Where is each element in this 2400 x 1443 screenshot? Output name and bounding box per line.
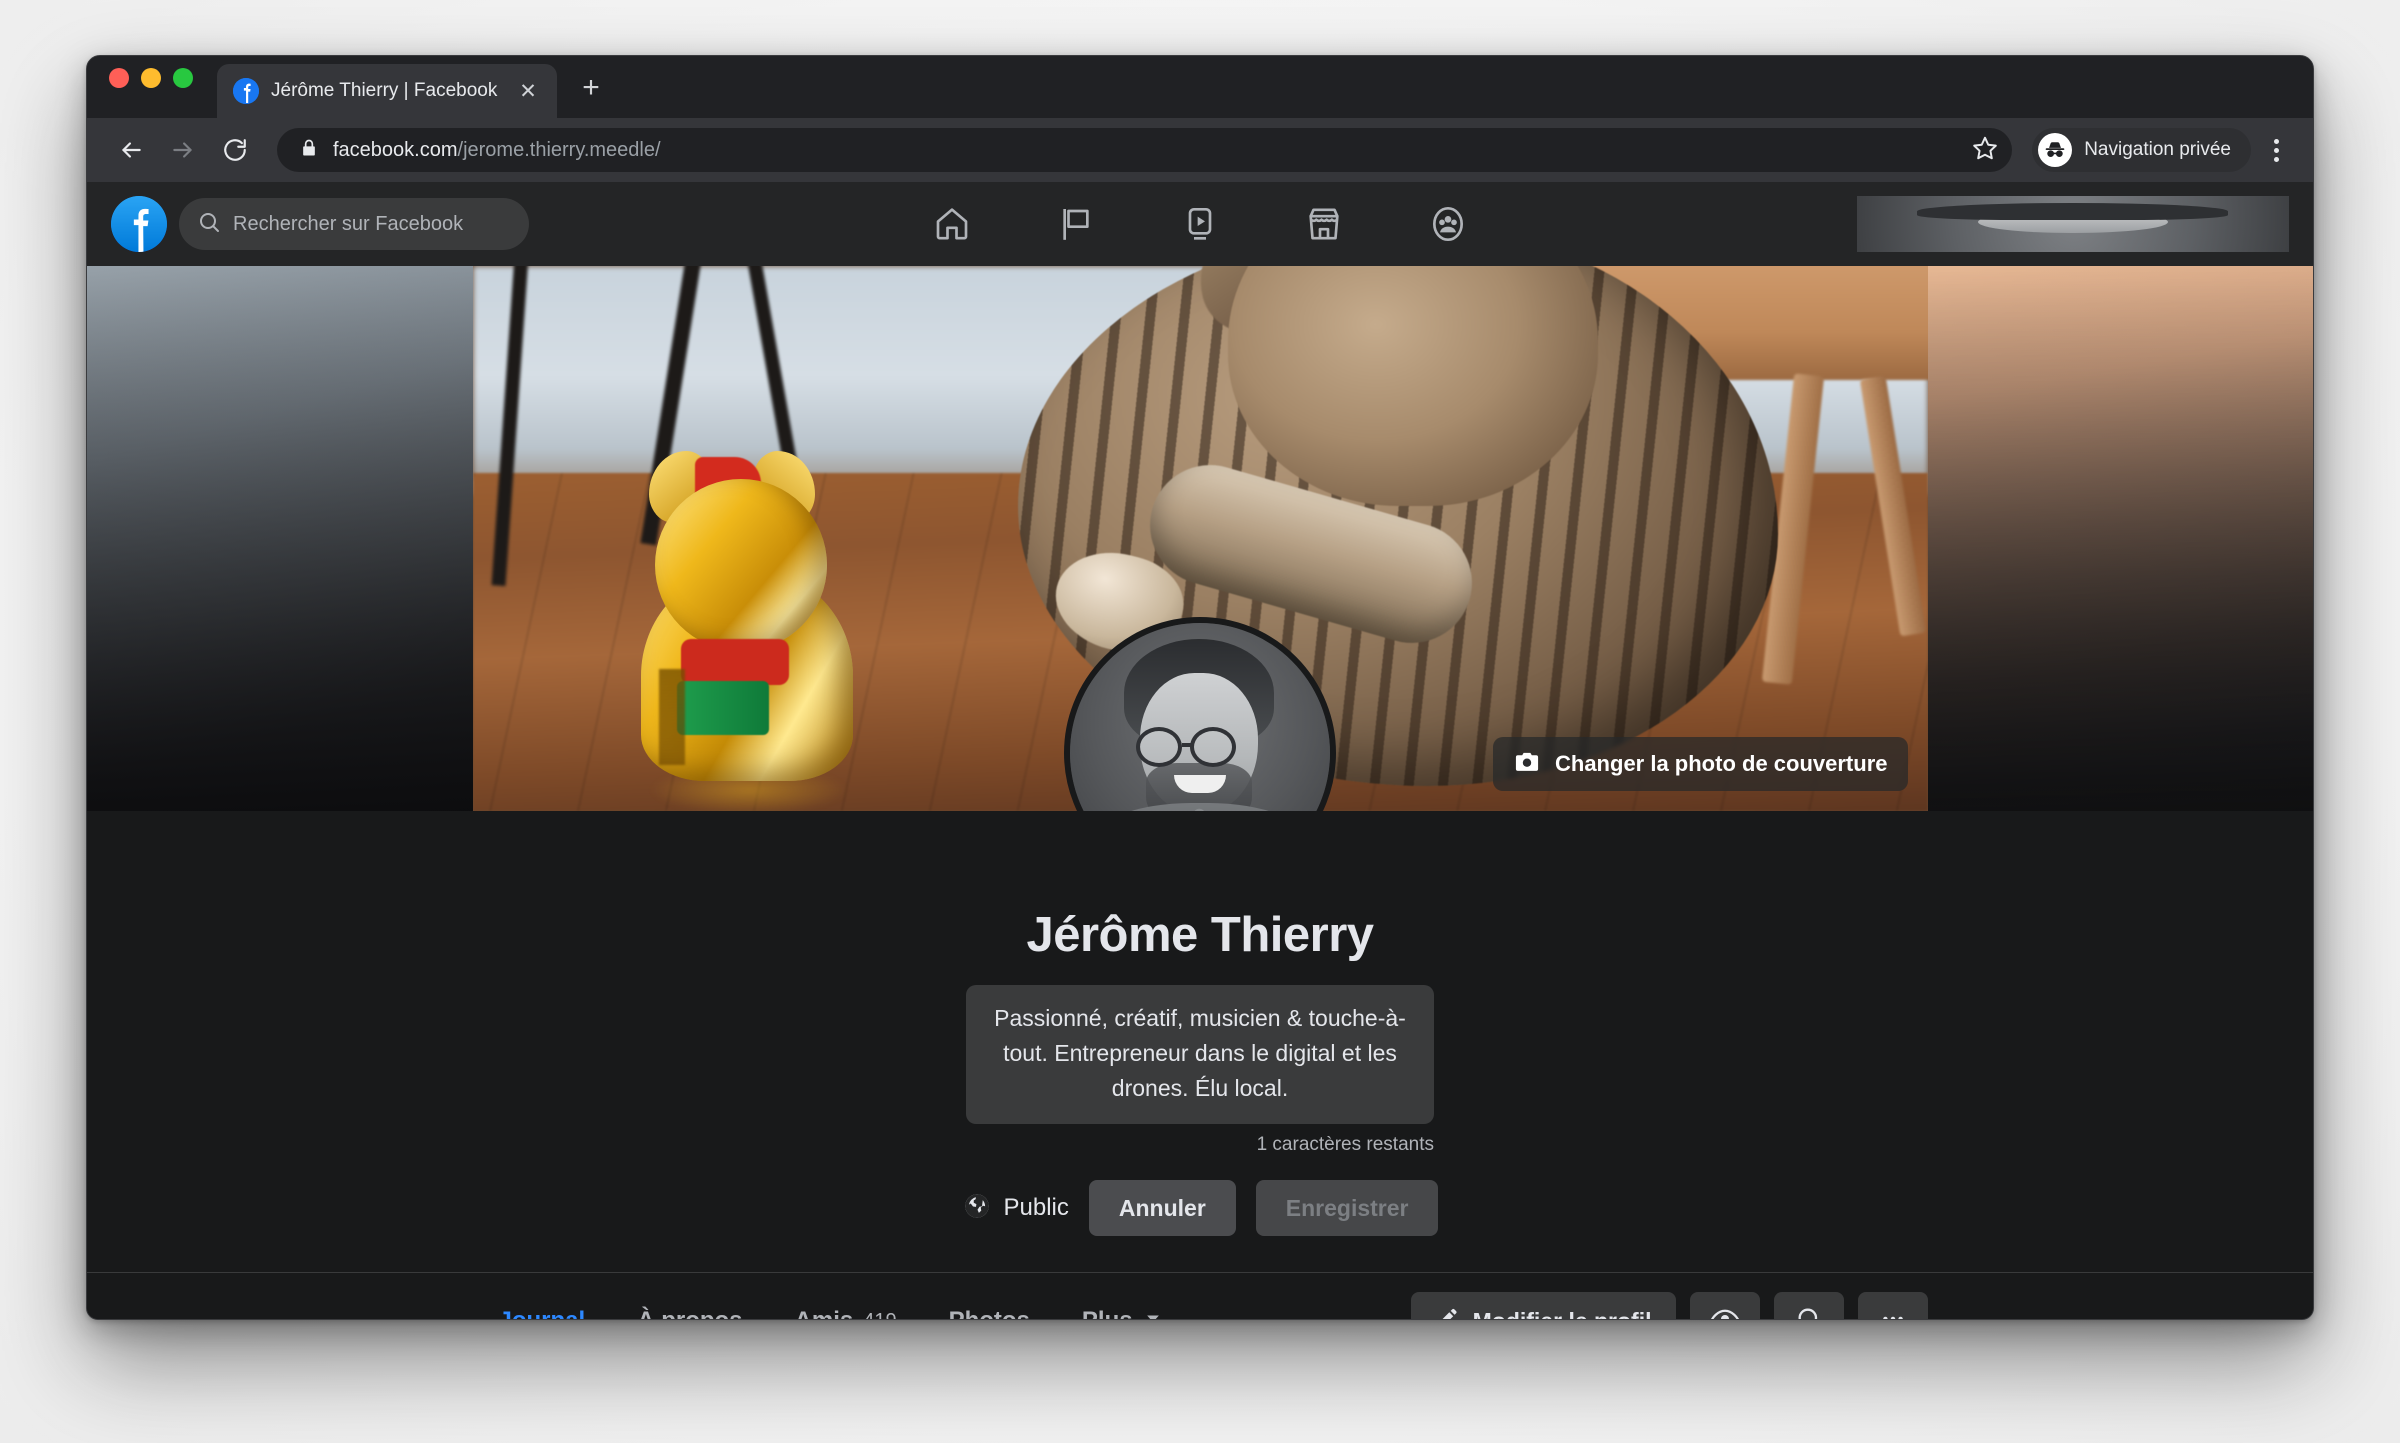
- tab-plus[interactable]: Plus: [1056, 1273, 1189, 1319]
- globe-icon: [962, 1191, 992, 1226]
- new-tab-button[interactable]: +: [571, 68, 611, 108]
- bookmark-star-icon[interactable]: [1972, 135, 1998, 166]
- bio-edit-box[interactable]: Passionné, créatif, musicien & touche-à-…: [966, 985, 1434, 1124]
- close-window-button[interactable]: [109, 67, 129, 88]
- facebook-logo-icon[interactable]: [111, 196, 167, 252]
- bio-actions-row: Public Annuler Enregistrer: [962, 1180, 1439, 1236]
- browser-tabstrip: Jérôme Thierry | Facebook ✕ +: [87, 56, 2313, 118]
- pencil-icon: [1435, 1306, 1459, 1319]
- tab-photos-label: Photos: [949, 1307, 1030, 1319]
- incognito-label: Navigation privée: [2084, 139, 2231, 160]
- incognito-icon: [2038, 133, 2073, 167]
- chevron-down-icon: [1143, 1307, 1163, 1319]
- search-icon: [197, 210, 221, 239]
- camera-icon: [1513, 748, 1541, 781]
- facebook-search-box[interactable]: Rechercher sur Facebook: [179, 198, 529, 250]
- bio-privacy-selector[interactable]: Public: [962, 1191, 1069, 1226]
- tab-amis-label: Amis: [795, 1307, 854, 1319]
- address-bar[interactable]: facebook.com/jerome.thierry.meedle/: [277, 128, 2013, 172]
- profile-action-buttons: Modifier le profil: [1410, 1292, 1928, 1320]
- profile-avatar[interactable]: [1064, 617, 1336, 811]
- bio-privacy-label: Public: [1003, 1194, 1069, 1221]
- browser-window: Jérôme Thierry | Facebook ✕ + facebook.c…: [86, 55, 2314, 1320]
- profile-name: Jérôme Thierry: [1026, 908, 1374, 962]
- tab-amis-count: 419: [863, 1310, 896, 1320]
- chrome-menu-button[interactable]: [2259, 138, 2293, 162]
- tab-journal-label: Journal: [499, 1307, 586, 1319]
- address-bar-url: facebook.com/jerome.thierry.meedle/: [333, 138, 661, 161]
- nav-tab-home[interactable]: [890, 190, 1014, 258]
- nav-tab-marketplace[interactable]: [1262, 190, 1386, 258]
- bio-character-counter: 1 caractères restants: [1256, 1134, 1434, 1155]
- profile-more-button[interactable]: [1857, 1292, 1928, 1319]
- navbar-profile-chip[interactable]: Jérôme: [1856, 196, 2289, 252]
- minimize-window-button[interactable]: [141, 67, 161, 88]
- facebook-favicon-icon: [233, 78, 259, 104]
- navbar-right-group: Jérôme: [1856, 196, 2289, 252]
- browser-tab[interactable]: Jérôme Thierry | Facebook ✕: [217, 64, 557, 118]
- profile-avatar-container: [1064, 617, 1336, 811]
- cover-blur-right: [1927, 266, 2313, 811]
- reload-button[interactable]: [213, 128, 257, 172]
- edit-profile-button[interactable]: Modifier le profil: [1410, 1292, 1676, 1320]
- cover-blur-left: [87, 266, 473, 811]
- cover-scene-maneki-neko: [633, 451, 863, 811]
- bio-text: Passionné, créatif, musicien & touche-à-…: [994, 1005, 1406, 1101]
- profile-info-section: Jérôme Thierry Passionné, créatif, music…: [87, 811, 2313, 1236]
- navbar-left-group: Rechercher sur Facebook: [111, 196, 529, 252]
- cancel-button[interactable]: Annuler: [1088, 1180, 1236, 1236]
- forward-button[interactable]: [161, 128, 205, 172]
- change-cover-photo-button[interactable]: Changer la photo de couverture: [1493, 737, 1908, 791]
- tab-amis[interactable]: Amis 419: [769, 1273, 923, 1320]
- window-traffic-lights: [109, 56, 193, 118]
- profile-tabs-bar: Journal À propos Amis 419 Photos Plus: [87, 1272, 2313, 1320]
- eye-icon: [1710, 1304, 1740, 1319]
- change-cover-photo-label: Changer la photo de couverture: [1555, 751, 1888, 776]
- cover-photo-area: Changer la photo de couverture: [87, 266, 2313, 811]
- close-tab-button[interactable]: ✕: [513, 76, 543, 106]
- tab-a-propos-label: À propos: [637, 1307, 742, 1319]
- tab-journal[interactable]: Journal: [473, 1273, 612, 1319]
- tab-photos[interactable]: Photos: [923, 1273, 1056, 1319]
- browser-tab-title: Jérôme Thierry | Facebook: [271, 80, 498, 101]
- facebook-search-placeholder: Rechercher sur Facebook: [233, 212, 464, 235]
- incognito-profile-chip[interactable]: Navigation privée: [2032, 128, 2251, 172]
- tab-plus-label: Plus: [1082, 1307, 1133, 1319]
- nav-tab-watch[interactable]: [1138, 190, 1262, 258]
- save-button[interactable]: Enregistrer: [1255, 1180, 1439, 1236]
- cover-photo[interactable]: Changer la photo de couverture: [472, 266, 1928, 811]
- ellipsis-icon: [1879, 1305, 1907, 1319]
- edit-profile-label: Modifier le profil: [1473, 1308, 1652, 1320]
- maximize-window-button[interactable]: [173, 67, 193, 88]
- search-icon: [1795, 1305, 1823, 1319]
- profile-search-button[interactable]: [1773, 1292, 1844, 1319]
- lock-icon: [299, 138, 319, 163]
- view-as-button[interactable]: [1689, 1292, 1760, 1319]
- avatar: [1856, 196, 2289, 252]
- browser-toolbar: facebook.com/jerome.thierry.meedle/ Navi…: [87, 118, 2313, 182]
- nav-tab-groups[interactable]: [1386, 190, 1510, 258]
- nav-tab-pages[interactable]: [1014, 190, 1138, 258]
- facebook-top-navbar: Rechercher sur Facebook: [87, 182, 2313, 266]
- tab-a-propos[interactable]: À propos: [611, 1273, 768, 1319]
- back-button[interactable]: [109, 128, 153, 172]
- facebook-page: Rechercher sur Facebook Changer la photo…: [87, 182, 2313, 1320]
